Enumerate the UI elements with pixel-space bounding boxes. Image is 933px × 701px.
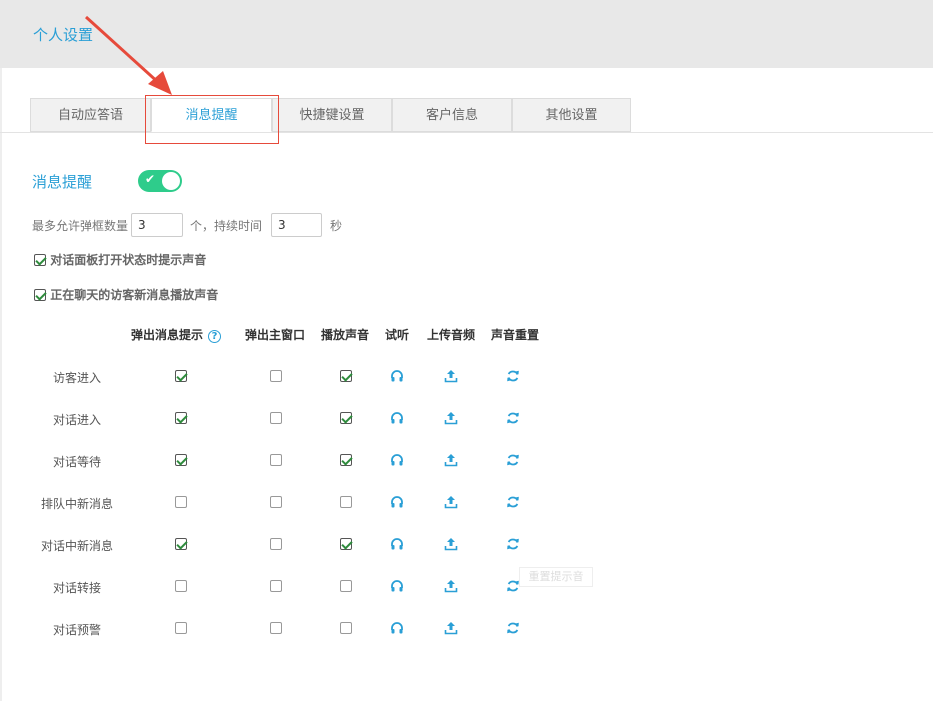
section-title: 消息提醒 xyxy=(32,173,93,191)
sound-checkbox[interactable] xyxy=(340,538,352,550)
row-label: 对话等待 xyxy=(53,455,102,469)
upload-icon[interactable] xyxy=(444,495,458,509)
tab-customer-info[interactable]: 客户信息 xyxy=(392,98,512,132)
tab-shortcuts[interactable]: 快捷键设置 xyxy=(272,98,392,132)
main-window-checkbox[interactable] xyxy=(270,454,282,466)
main-window-checkbox[interactable] xyxy=(270,538,282,550)
row-label: 对话中新消息 xyxy=(41,539,114,553)
checkbox[interactable] xyxy=(34,289,46,301)
row-label: 对话进入 xyxy=(53,413,102,427)
col-popup-tip-label: 弹出消息提示 xyxy=(131,328,204,342)
refresh-icon[interactable] xyxy=(506,537,520,551)
col-reset: 声音重置 xyxy=(491,328,540,342)
seconds-unit-label: 秒 xyxy=(330,219,343,233)
refresh-icon[interactable] xyxy=(506,453,520,467)
col-play-sound: 播放声音 xyxy=(321,328,370,342)
popup-checkbox[interactable] xyxy=(175,454,187,466)
option-panel-open-sound[interactable]: 对话面板打开状态时提示声音 xyxy=(34,251,206,268)
row-label: 访客进入 xyxy=(53,371,102,385)
row-label: 排队中新消息 xyxy=(41,497,114,511)
option-chatting-visitor-sound[interactable]: 正在聊天的访客新消息播放声音 xyxy=(34,286,218,303)
headphones-icon[interactable] xyxy=(390,453,404,467)
refresh-icon[interactable] xyxy=(506,579,520,593)
upload-icon[interactable] xyxy=(444,579,458,593)
toggle-knob xyxy=(162,172,180,190)
left-border xyxy=(0,68,2,701)
col-upload: 上传音频 xyxy=(427,328,476,342)
row-label: 对话转接 xyxy=(53,581,102,595)
col-popup-main: 弹出主窗口 xyxy=(245,328,306,342)
popup-checkbox[interactable] xyxy=(175,580,187,592)
popup-checkbox[interactable] xyxy=(175,496,187,508)
checkbox[interactable] xyxy=(34,254,46,266)
reset-tooltip: 重置提示音 xyxy=(519,567,593,587)
header-bar: 个人设置 xyxy=(0,0,933,68)
refresh-icon[interactable] xyxy=(506,411,520,425)
row-label: 对话预警 xyxy=(53,623,102,637)
headphones-icon[interactable] xyxy=(390,495,404,509)
headphones-icon[interactable] xyxy=(390,579,404,593)
tab-other-settings[interactable]: 其他设置 xyxy=(512,98,631,132)
max-popup-input[interactable] xyxy=(131,213,183,237)
main-window-checkbox[interactable] xyxy=(270,412,282,424)
headphones-icon[interactable] xyxy=(390,621,404,635)
sound-checkbox[interactable] xyxy=(340,496,352,508)
check-icon: ✔ xyxy=(145,172,156,186)
main-window-checkbox[interactable] xyxy=(270,370,282,382)
refresh-icon[interactable] xyxy=(506,369,520,383)
alert-toggle-switch[interactable]: ✔ xyxy=(138,170,182,192)
question-circle-icon[interactable]: ? xyxy=(208,330,222,343)
popup-checkbox[interactable] xyxy=(175,622,187,634)
main-window-checkbox[interactable] xyxy=(270,580,282,592)
col-popup-tip: 弹出消息提示? xyxy=(131,326,222,343)
sound-checkbox[interactable] xyxy=(340,370,352,382)
option-label: 对话面板打开状态时提示声音 xyxy=(50,253,207,267)
upload-icon[interactable] xyxy=(444,537,458,551)
page-title: 个人设置 xyxy=(33,26,94,44)
headphones-icon[interactable] xyxy=(390,411,404,425)
col-listen: 试听 xyxy=(385,328,410,342)
option-label: 正在聊天的访客新消息播放声音 xyxy=(50,288,219,302)
upload-icon[interactable] xyxy=(444,453,458,467)
duration-input[interactable] xyxy=(271,213,322,237)
headphones-icon[interactable] xyxy=(390,369,404,383)
main-window-checkbox[interactable] xyxy=(270,496,282,508)
max-popup-label: 最多允许弹框数量 xyxy=(32,219,129,233)
upload-icon[interactable] xyxy=(444,621,458,635)
popup-checkbox[interactable] xyxy=(175,538,187,550)
headphones-icon[interactable] xyxy=(390,537,404,551)
count-unit-label: 个，持续时间 xyxy=(190,219,263,233)
popup-checkbox[interactable] xyxy=(175,412,187,424)
upload-icon[interactable] xyxy=(444,369,458,383)
tab-auto-reply[interactable]: 自动应答语 xyxy=(30,98,151,132)
upload-icon[interactable] xyxy=(444,411,458,425)
main-window-checkbox[interactable] xyxy=(270,622,282,634)
sound-checkbox[interactable] xyxy=(340,580,352,592)
refresh-icon[interactable] xyxy=(506,495,520,509)
sound-checkbox[interactable] xyxy=(340,412,352,424)
sound-checkbox[interactable] xyxy=(340,454,352,466)
sound-checkbox[interactable] xyxy=(340,622,352,634)
popup-checkbox[interactable] xyxy=(175,370,187,382)
tab-divider xyxy=(0,132,933,133)
refresh-icon[interactable] xyxy=(506,621,520,635)
annotation-highlight-box xyxy=(145,95,279,144)
